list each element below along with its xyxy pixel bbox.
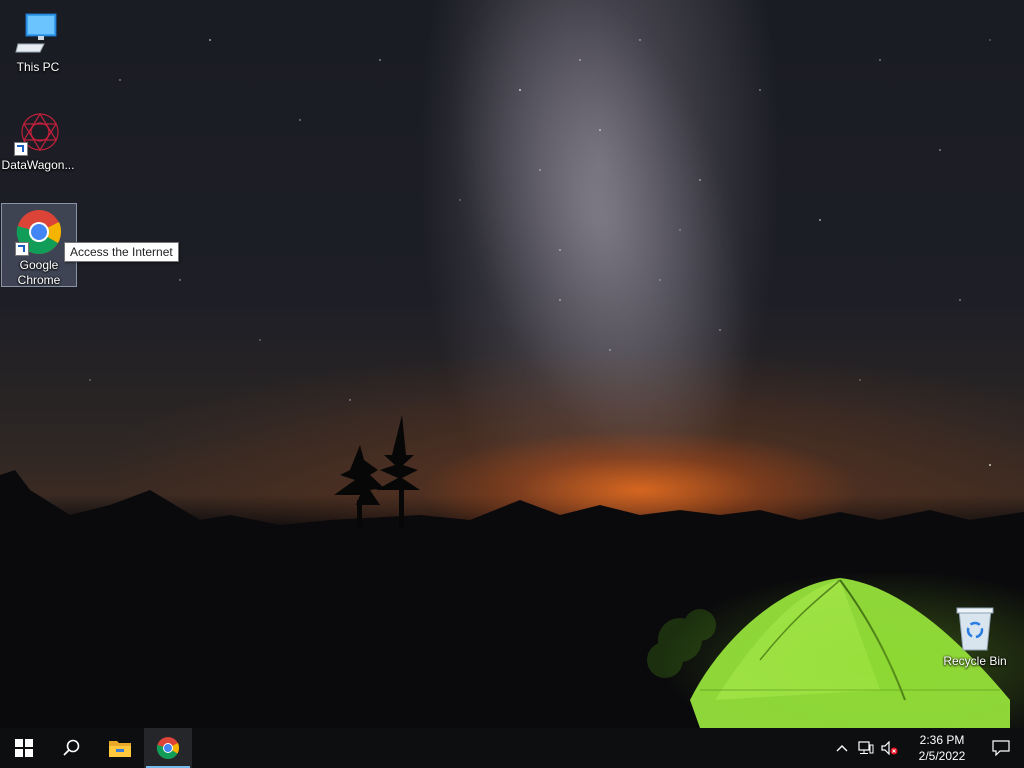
action-center-button[interactable] (978, 728, 1024, 768)
desktop-icon-this-pc[interactable]: This PC (0, 6, 76, 74)
chrome-icon (15, 208, 63, 256)
start-button[interactable] (0, 728, 48, 768)
network-icon (858, 741, 874, 754)
desktop-icon-label: DataWagon... (1, 158, 75, 172)
chrome-icon (156, 737, 180, 759)
desktop-icon-label: This PC (16, 60, 60, 74)
desktop-wallpaper (0, 0, 1024, 728)
shortcut-arrow-icon (15, 242, 29, 256)
datawagon-icon (14, 108, 62, 156)
taskbar-clock[interactable]: 2:36 PM 2/5/2022 (906, 732, 978, 764)
desktop-icon-label: Recycle Bin (943, 654, 1007, 668)
desktop-icon-datawagon[interactable]: DataWagon... (0, 104, 76, 174)
windows-logo-icon (15, 739, 33, 757)
shortcut-arrow-icon (14, 142, 28, 156)
taskbar-google-chrome[interactable] (144, 728, 192, 768)
clock-date: 2/5/2022 (918, 749, 966, 763)
chevron-up-icon (836, 745, 848, 752)
taskbar: 2:36 PM 2/5/2022 (0, 728, 1024, 768)
file-explorer-icon (109, 741, 131, 757)
network-button[interactable] (854, 728, 878, 768)
show-hidden-icons-button[interactable] (830, 728, 854, 768)
volume-button[interactable] (878, 728, 902, 768)
desktop-icon-label: Google Chrome (17, 258, 61, 287)
volume-muted-icon (881, 741, 898, 755)
taskbar-file-explorer[interactable] (96, 728, 144, 768)
tooltip: Access the Internet (64, 242, 179, 262)
desktop-icon-recycle-bin[interactable]: Recycle Bin (937, 600, 1013, 670)
search-button[interactable] (48, 728, 96, 768)
computer-icon (14, 10, 62, 58)
action-center-icon (992, 740, 1010, 756)
system-tray: 2:36 PM 2/5/2022 (830, 728, 1024, 768)
recycle-bin-icon (951, 604, 999, 652)
search-icon (63, 739, 80, 756)
clock-time: 2:36 PM (919, 733, 965, 747)
